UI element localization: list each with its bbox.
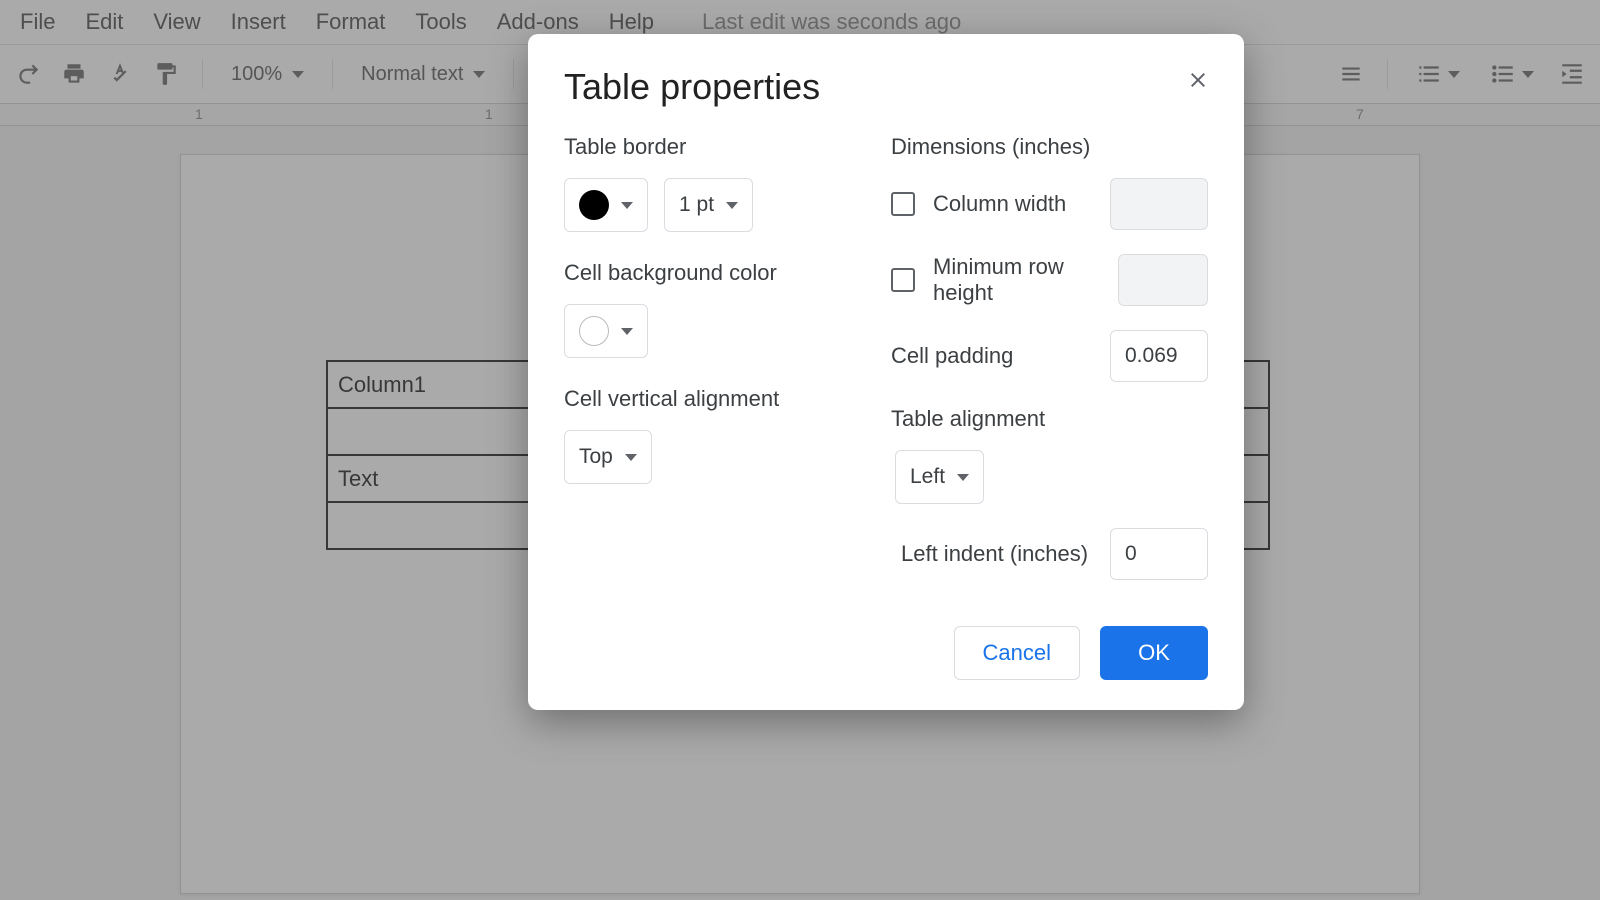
min-row-height-input[interactable] [1118,254,1208,306]
border-color-dropdown[interactable] [564,178,648,232]
cell-padding-input[interactable]: 0.069 [1110,330,1208,382]
column-width-input[interactable] [1110,178,1208,230]
color-swatch-white [579,316,609,346]
vertical-align-label: Cell vertical alignment [564,386,881,412]
min-row-height-label: Minimum row height [933,254,1102,306]
dialog-actions: Cancel OK [564,626,1208,680]
cell-bg-label: Cell background color [564,260,881,286]
border-width-value: 1 pt [679,193,714,217]
vertical-align-dropdown[interactable]: Top [564,430,652,484]
cell-bg-color-dropdown[interactable] [564,304,648,358]
left-indent-value: 0 [1125,542,1137,566]
cell-padding-value: 0.069 [1125,344,1178,368]
dialog-left-column: Table border 1 pt Cell background color [564,134,881,580]
dialog-title: Table properties [564,66,1208,108]
chevron-down-icon [621,202,633,209]
left-indent-input[interactable]: 0 [1110,528,1208,580]
close-icon [1186,68,1210,92]
dialog-right-column: Dimensions (inches) Column width Minimum… [891,134,1208,580]
min-row-height-checkbox[interactable] [891,268,915,292]
chevron-down-icon [621,328,633,335]
vertical-align-value: Top [579,445,613,469]
close-button[interactable] [1176,58,1220,102]
color-swatch-black [579,190,609,220]
left-indent-label: Left indent (inches) [901,541,1094,567]
table-properties-dialog: Table properties Table border 1 pt Cell … [528,34,1244,710]
table-align-value: Left [910,465,945,489]
column-width-checkbox[interactable] [891,192,915,216]
table-align-dropdown[interactable]: Left [895,450,984,504]
ok-button[interactable]: OK [1100,626,1208,680]
chevron-down-icon [625,454,637,461]
dimensions-label: Dimensions (inches) [891,134,1208,160]
chevron-down-icon [726,202,738,209]
table-align-label: Table alignment [891,406,1208,432]
chevron-down-icon [957,474,969,481]
table-border-label: Table border [564,134,881,160]
column-width-label: Column width [933,191,1066,217]
cell-padding-label: Cell padding [891,343,1094,369]
border-width-dropdown[interactable]: 1 pt [664,178,753,232]
cancel-button[interactable]: Cancel [954,626,1080,680]
